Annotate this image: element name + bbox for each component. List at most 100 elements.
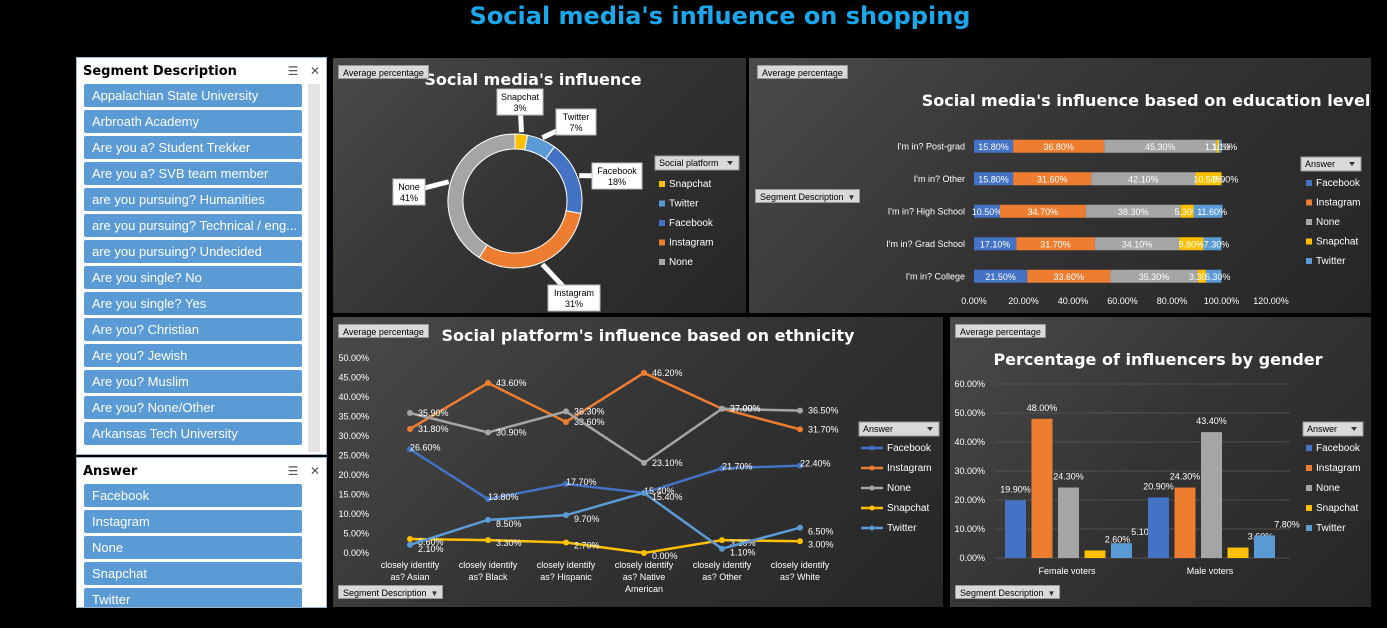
bar-instagram[interactable]: [1174, 487, 1196, 558]
answer-slicer[interactable]: Answer ☰ ✕ Facebook Instagram None Snapchat…: [76, 457, 327, 608]
average-percentage-field-button[interactable]: Average percentage: [955, 324, 1046, 338]
point-snapchat[interactable]: [563, 539, 569, 546]
clear-filter-icon[interactable]: ✕: [304, 62, 326, 80]
slicer-item[interactable]: Arkansas Tech University: [84, 422, 302, 445]
point-twitter[interactable]: [407, 541, 413, 548]
callout-name: Twitter: [563, 112, 590, 122]
slicer-scrollbar[interactable]: [308, 84, 320, 452]
category-label: I'm in? Other: [914, 174, 965, 184]
point-instagram[interactable]: [407, 425, 413, 432]
point-twitter[interactable]: [797, 524, 803, 531]
line-instagram[interactable]: [409, 371, 801, 431]
bar-snapchat[interactable]: [1084, 550, 1106, 558]
slicer-item-twitter[interactable]: Twitter: [84, 588, 302, 607]
clear-filter-icon[interactable]: ✕: [304, 462, 326, 480]
average-percentage-field-button[interactable]: Average percentage: [757, 65, 848, 79]
point-none[interactable]: [407, 409, 413, 416]
category-label: as? Black: [468, 572, 508, 582]
point-twitter[interactable]: [563, 512, 569, 519]
point-snapchat[interactable]: [797, 538, 803, 545]
point-none[interactable]: [719, 405, 725, 412]
stacked-bar-chart: Social media's influence based on educat…: [886, 91, 1370, 306]
slicer-item[interactable]: Appalachian State University: [84, 84, 302, 107]
point-none[interactable]: [485, 429, 491, 436]
data-label: 3.30%: [496, 538, 522, 548]
slicer-header: Answer ☰ ✕: [77, 458, 326, 484]
legend-title: Social platform: [659, 158, 719, 168]
data-label: 15.40%: [652, 492, 683, 502]
slicer-item-instagram[interactable]: Instagram: [84, 510, 302, 533]
bar-instagram[interactable]: [1031, 418, 1053, 558]
point-snapchat[interactable]: [641, 550, 647, 556]
pie-slice-none[interactable]: [447, 133, 516, 259]
point-snapchat[interactable]: [485, 537, 491, 544]
point-snapchat[interactable]: [719, 537, 725, 544]
average-percentage-field-button[interactable]: Average percentage: [338, 65, 429, 79]
slicer-item[interactable]: Are you? Muslim: [84, 370, 302, 393]
bar-twitter[interactable]: [1254, 535, 1275, 558]
x-tick-label: 20.00%: [1008, 296, 1039, 306]
category-label: closely identify: [615, 560, 674, 570]
point-twitter[interactable]: [485, 516, 491, 523]
legend-swatch-facebook: [659, 220, 665, 226]
slicer-item-facebook[interactable]: Facebook: [84, 484, 302, 507]
point-snapchat[interactable]: [407, 535, 413, 542]
bar-twitter[interactable]: [1111, 543, 1132, 558]
data-label: 42.10%: [1128, 174, 1159, 184]
bar-facebook[interactable]: [1005, 500, 1026, 558]
point-instagram[interactable]: [485, 379, 491, 386]
pie-slice-instagram[interactable]: [478, 210, 582, 269]
slicer-item-snapchat[interactable]: Snapchat: [84, 562, 302, 585]
point-instagram[interactable]: [797, 426, 803, 433]
pie-slice-facebook[interactable]: [544, 146, 583, 215]
point-none[interactable]: [797, 407, 803, 414]
bar-facebook[interactable]: [1148, 497, 1169, 558]
data-label: 10.50%: [972, 207, 1003, 217]
slicer-item[interactable]: Are you single? Yes: [84, 292, 302, 315]
point-twitter[interactable]: [719, 545, 725, 552]
multi-select-icon[interactable]: ☰: [282, 462, 304, 480]
slicer-item[interactable]: are you pursuing? Humanities: [84, 188, 302, 211]
legend: Facebook Instagram None Snapchat Twitter: [861, 443, 932, 534]
point-instagram[interactable]: [563, 418, 569, 425]
segment-description-field-button[interactable]: Segment Description ▼: [955, 585, 1061, 599]
slicer-item-none[interactable]: None: [84, 536, 302, 559]
legend-swatch-facebook: [1306, 180, 1312, 186]
multi-select-icon[interactable]: ☰: [282, 62, 304, 80]
slicer-item[interactable]: Are you? Christian: [84, 318, 302, 341]
legend-swatch-instagram: [659, 239, 665, 246]
point-instagram[interactable]: [641, 369, 647, 376]
donut-chart: Social media's influenceSnapchat3%Twitte…: [392, 70, 740, 312]
slicer-item[interactable]: Are you? None/Other: [84, 396, 302, 419]
point-none[interactable]: [563, 408, 569, 415]
average-percentage-field-button[interactable]: Average percentage: [338, 324, 429, 338]
bar-snapchat[interactable]: [1227, 547, 1249, 558]
data-label: 30.90%: [496, 427, 527, 437]
line-facebook[interactable]: [409, 448, 801, 501]
slicer-title: Segment Description: [83, 63, 237, 79]
slicer-item[interactable]: Are you? Jewish: [84, 344, 302, 367]
segment-description-slicer[interactable]: Segment Description ☰ ✕ Appalachian Stat…: [76, 57, 327, 455]
legend-entry-instagram: Instagram: [887, 463, 931, 474]
callout-value: 41%: [400, 193, 418, 203]
slicer-item[interactable]: Are you a? SVB team member: [84, 162, 302, 185]
bar-none[interactable]: [1058, 487, 1079, 558]
bar-none[interactable]: [1201, 432, 1222, 558]
legend-marker-twitter: [869, 525, 875, 531]
slicer-item[interactable]: are you pursuing? Technical / eng...: [84, 214, 302, 237]
point-none[interactable]: [641, 459, 647, 466]
legend-entry-facebook: Facebook: [1316, 443, 1361, 454]
line-none[interactable]: [409, 407, 801, 465]
slicer-item[interactable]: Are you a? Student Trekker: [84, 136, 302, 159]
legend-entry-instagram: Instagram: [1316, 463, 1360, 474]
segment-description-field-button[interactable]: Segment Description ▼: [755, 189, 861, 203]
category-label: I'm in? College: [906, 271, 965, 281]
data-label: 45.30%: [1145, 142, 1176, 152]
slicer-item[interactable]: are you pursuing? Undecided: [84, 240, 302, 263]
segment-description-field-button[interactable]: Segment Description ▼: [338, 585, 444, 599]
legend-entry-twitter: Twitter: [1316, 256, 1346, 267]
slicer-item[interactable]: Arbroath Academy: [84, 110, 302, 133]
point-twitter[interactable]: [641, 489, 647, 496]
y-tick-label: 5.00%: [343, 529, 369, 539]
slicer-item[interactable]: Are you single? No: [84, 266, 302, 289]
